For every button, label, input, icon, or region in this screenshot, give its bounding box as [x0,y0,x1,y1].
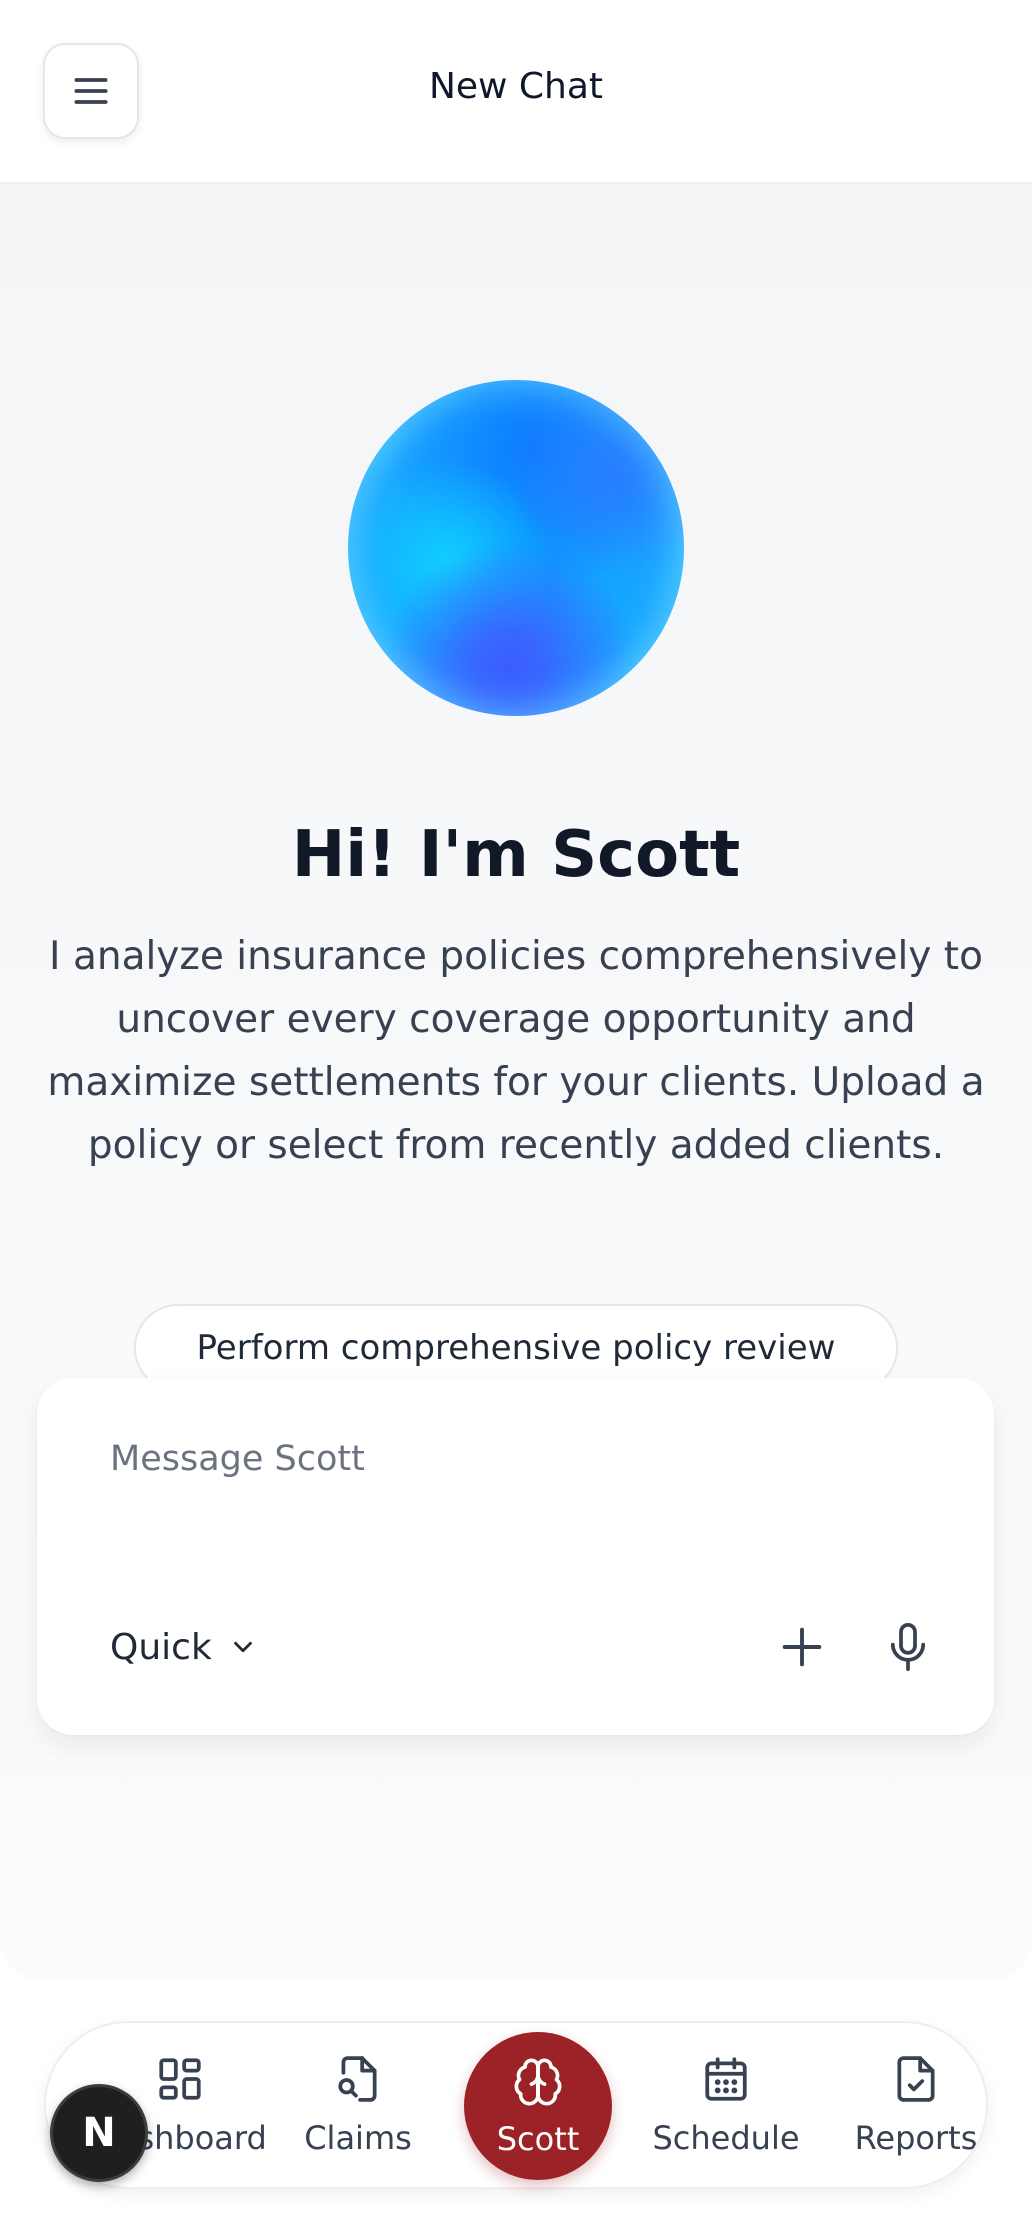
page-title: New Chat [428,66,604,107]
add-attachment-button[interactable] [771,1616,833,1678]
nav-item-claims[interactable]: Claims [292,2023,424,2187]
mode-selector[interactable]: Quick [110,1621,258,1673]
microphone-icon [890,1622,926,1672]
voice-input-button[interactable] [875,1614,941,1680]
brain-icon [514,2058,562,2106]
calendar-icon [705,2057,747,2101]
nav-item-scott[interactable]: Scott [464,2032,612,2180]
dashboard-grid-icon [159,2058,201,2100]
nav-label-schedule: Schedule [652,2119,800,2157]
top-header: New Chat [0,0,1032,184]
message-composer: Quick [37,1378,994,1735]
plus-icon [782,1627,822,1667]
dev-tools-badge[interactable]: N [50,2084,148,2182]
nav-item-schedule[interactable]: Schedule [636,2023,816,2187]
nav-item-reports[interactable]: Reports [846,2023,986,2187]
assistant-greeting: Hi! I'm Scott [291,818,741,892]
assistant-avatar-orb [348,380,684,716]
nav-label-scott: Scott [496,2120,580,2158]
chevron-down-icon [233,1641,252,1653]
nav-label-reports: Reports [854,2119,978,2157]
nav-label-claims: Claims [304,2119,412,2157]
assistant-intro-text: I analyze insurance policies comprehensi… [47,934,985,1168]
message-input[interactable] [110,1434,910,1484]
file-search-icon [338,2056,377,2102]
file-check-icon [897,2056,935,2102]
mode-selector-label: Quick [110,1626,212,1668]
